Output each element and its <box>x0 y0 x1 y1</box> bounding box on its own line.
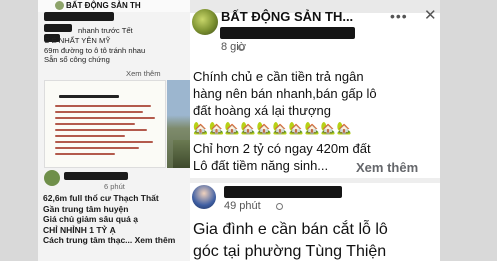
post-body: Chính chủ e cần tiền trả ngân hàng nên b… <box>193 68 440 119</box>
post-line: C Ẻ NHẤT YÊN MỸ <box>44 35 111 45</box>
left-post-text-2: 62,6m full thổ cư Thạch Thất Gần trung t… <box>43 193 190 246</box>
author-avatar[interactable] <box>44 170 60 186</box>
post-line: Gần trung tâm huyện <box>43 203 129 214</box>
globe-icon <box>238 44 245 51</box>
post-line: Gia đình e cần bán cắt lỗ lô <box>193 221 388 238</box>
post-line: Cách trung tâm thạc... Xem thêm <box>43 235 176 245</box>
post-line: nhanh trước Tết <box>78 26 133 35</box>
post-line: 62,6m full thổ cư Thạch Thất <box>43 193 159 203</box>
post-time: 6 phút <box>104 182 125 191</box>
post-line: góc tại phường Tùng Thiện <box>193 243 387 260</box>
post-body-3: Gia đình e cần bán cắt lỗ lô góc tại phư… <box>193 219 440 261</box>
post-separator <box>190 178 440 183</box>
group-avatar[interactable] <box>192 9 218 35</box>
post-line: CHỈ NHỈNH 1 TỶ Ạ <box>43 224 116 235</box>
post-line: Chỉ hơn 2 tỷ có ngay 420m đất <box>193 141 371 156</box>
post-line: đất hoàng xá lại thượng <box>193 103 331 118</box>
group-avatar[interactable] <box>55 1 64 10</box>
redaction-bar <box>220 27 355 39</box>
screenshot-collage: BẤT ĐỘNG SẢN TH nhanh trước Tết C Ẻ NHẤT… <box>0 0 497 261</box>
see-more-link[interactable]: Xem thêm <box>126 69 161 78</box>
post-line: Giá chủ giảm sâu quá ạ <box>43 214 138 224</box>
post-line: 69m đường to ô tô tránh nhau <box>44 45 146 55</box>
house-emoji-row: 🏡🏡🏡🏡🏡🏡🏡🏡🏡🏡 <box>193 121 353 135</box>
post-line: hàng nên bán nhanh,bán gấp lô <box>193 86 377 101</box>
redaction-bar <box>224 186 342 198</box>
see-more-link[interactable]: Xem thêm <box>356 160 418 175</box>
document-image[interactable] <box>44 80 166 168</box>
right-post-screenshot: BẤT ĐỘNG SẢN TH... 8 giờ Chính chủ e cần… <box>190 0 440 261</box>
post-time: 49 phút <box>224 200 261 212</box>
more-dots-icon[interactable]: ••• <box>390 8 408 24</box>
land-photo[interactable] <box>173 140 190 168</box>
globe-icon <box>276 203 283 210</box>
group-name[interactable]: BẤT ĐỘNG SẢN TH... <box>221 9 353 24</box>
author-avatar[interactable] <box>192 185 216 209</box>
post-line: Chính chủ e cần tiền trả ngân <box>193 69 364 84</box>
redaction-bar <box>44 12 114 21</box>
close-icon[interactable]: ✕ <box>424 6 437 24</box>
redaction-bar <box>64 172 128 180</box>
group-name[interactable]: BẤT ĐỘNG SẢN TH <box>66 1 141 10</box>
left-post-screenshot: BẤT ĐỘNG SẢN TH nhanh trước Tết C Ẻ NHẤT… <box>38 0 190 261</box>
left-post-text: nhanh trước Tết C Ẻ NHẤT YÊN MỸ 69m đườn… <box>44 26 188 65</box>
post-line: Sẵn sổ công chứng <box>44 55 110 65</box>
